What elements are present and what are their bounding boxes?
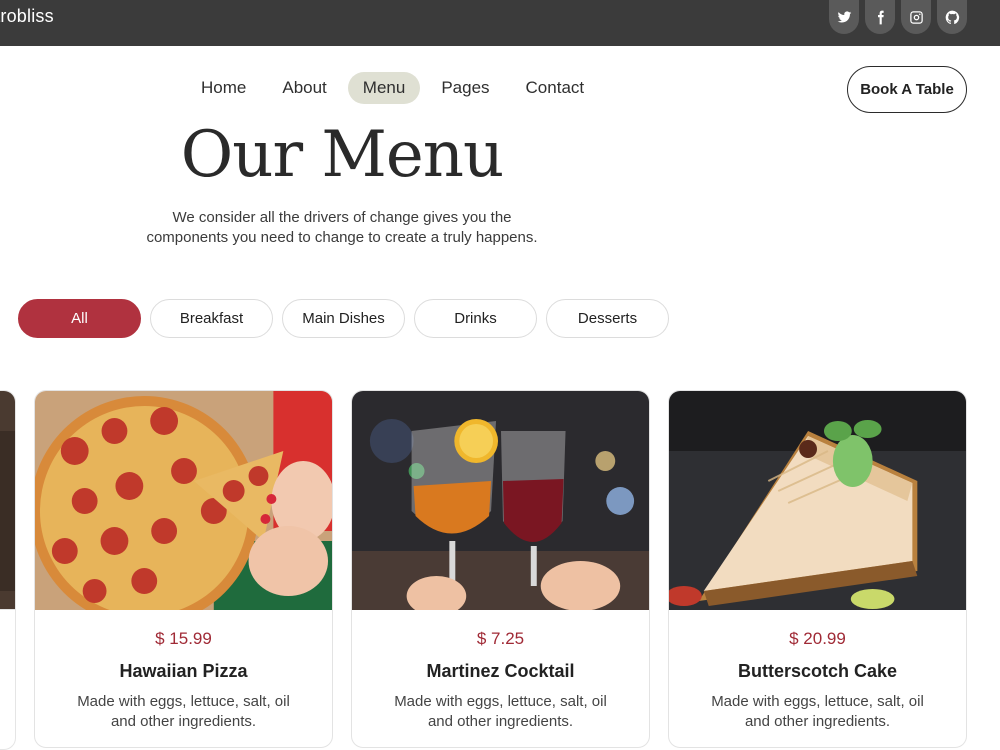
dish-description-line: Made with eggs, lettuce, salt, oil [77,693,290,710]
main-nav: Home About Menu Pages Contact [186,72,599,104]
brand-name[interactable]: strobliss [0,6,54,27]
page-subtitle-line: We consider all the drivers of change gi… [172,209,512,226]
nav-item-pages[interactable]: Pages [426,72,504,104]
page-title: Our Menu [180,118,504,192]
nav-item-home[interactable]: Home [186,72,261,104]
dish-description: Made with eggs, lettuce, salt, oil and o… [35,692,332,732]
menu-filters: All Breakfast Main Dishes Drinks Dessert… [18,299,669,338]
filter-all[interactable]: All [18,299,141,338]
pizza-image [35,391,332,610]
dish-name: Butterscotch Cake [737,661,898,681]
price: $ 20.99 [789,629,846,648]
menu-card[interactable]: $ 15.99 Hawaiian Pizza Made with eggs, l… [34,390,333,748]
menu-card-partial [0,610,16,750]
dish-description: Made with eggs, lettuce, salt, oil and o… [352,692,649,732]
dish-name: Martinez Cocktail [426,661,575,681]
dish-description: Made with eggs, lettuce, salt, oil and o… [669,692,966,732]
filter-drinks[interactable]: Drinks [414,299,537,338]
menu-card[interactable]: $ 7.25 Martinez Cocktail Made with eggs,… [351,390,650,748]
social-links [829,0,967,34]
dish-description-line: Made with eggs, lettuce, salt, oil [394,693,607,710]
cake-image [669,391,966,610]
dish-name: Hawaiian Pizza [119,661,248,681]
price: $ 7.25 [476,629,525,648]
dish-description-line: Made with eggs, lettuce, salt, oil [711,693,924,710]
page-subtitle-line: components you need to change to create … [146,229,538,246]
cocktail-image [352,391,649,610]
nav-item-contact[interactable]: Contact [511,72,600,104]
filter-desserts[interactable]: Desserts [546,299,669,338]
dish-description-line: and other ingredients. [427,713,574,730]
twitter-icon[interactable] [829,0,859,34]
github-icon[interactable] [937,0,967,34]
dish-description-line: and other ingredients. [110,713,257,730]
price: $ 15.99 [155,629,212,648]
filter-main-dishes[interactable]: Main Dishes [282,299,405,338]
instagram-icon[interactable] [901,0,931,34]
book-a-table-button[interactable]: Book A Table [847,66,967,113]
page-subtitle: We consider all the drivers of change gi… [0,208,684,248]
top-bar: strobliss [0,0,1000,46]
menu-card[interactable]: $ 20.99 Butterscotch Cake Made with eggs… [668,390,967,748]
nav-item-about[interactable]: About [267,72,341,104]
facebook-icon[interactable] [865,0,895,34]
filter-breakfast[interactable]: Breakfast [150,299,273,338]
nav-item-menu[interactable]: Menu [347,72,421,104]
dish-description-line: and other ingredients. [744,713,891,730]
menu-card-partial-image [0,390,16,610]
